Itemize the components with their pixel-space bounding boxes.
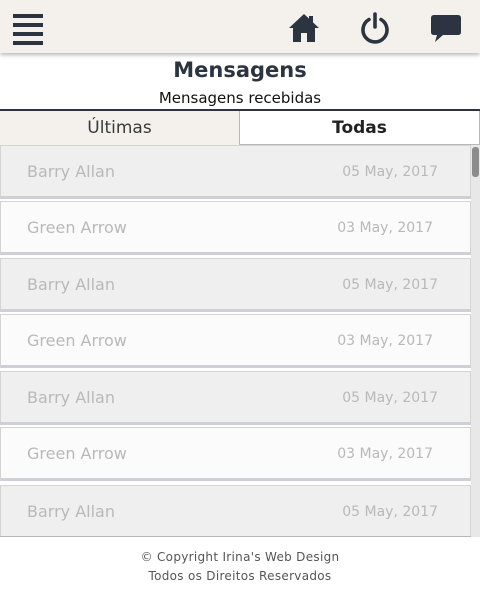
sender-name: Barry Allan xyxy=(27,162,115,181)
message-date: 03 May, 2017 xyxy=(337,446,433,462)
message-row[interactable]: Green Arrow 03 May, 2017 xyxy=(0,314,471,368)
tab-ultimas[interactable]: Últimas xyxy=(0,111,240,145)
message-row[interactable]: Barry Allan 05 May, 2017 xyxy=(0,371,471,425)
message-date: 05 May, 2017 xyxy=(342,277,438,293)
message-list: Barry Allan 05 May, 2017 Green Arrow 03 … xyxy=(0,145,480,537)
message-row[interactable]: Green Arrow 03 May, 2017 xyxy=(0,201,471,255)
sender-name: Green Arrow xyxy=(27,218,127,237)
chat-bubble-icon[interactable] xyxy=(430,12,462,44)
tab-todas[interactable]: Todas xyxy=(240,111,480,145)
sender-name: Green Arrow xyxy=(27,331,127,350)
message-row[interactable]: Barry Allan 05 May, 2017 xyxy=(0,145,471,199)
message-date: 05 May, 2017 xyxy=(342,504,438,520)
footer-copyright: © Copyright Irina's Web Design xyxy=(140,550,340,564)
hamburger-menu-icon[interactable] xyxy=(13,13,43,45)
message-row[interactable]: Green Arrow 03 May, 2017 xyxy=(0,427,471,481)
sender-name: Barry Allan xyxy=(27,388,115,407)
message-date: 05 May, 2017 xyxy=(342,390,438,406)
top-bar xyxy=(0,0,480,53)
power-icon[interactable] xyxy=(359,12,391,44)
page-subtitle: Mensagens recebidas xyxy=(158,89,322,107)
message-row[interactable]: Barry Allan 05 May, 2017 xyxy=(0,485,471,536)
scrollbar-thumb[interactable] xyxy=(472,147,479,177)
message-row[interactable]: Barry Allan 05 May, 2017 xyxy=(0,258,471,312)
footer-rights: Todos os Direitos Reservados xyxy=(148,569,332,583)
home-icon[interactable] xyxy=(288,12,320,44)
message-date: 05 May, 2017 xyxy=(342,164,438,180)
message-date: 03 May, 2017 xyxy=(337,333,433,349)
sender-name: Barry Allan xyxy=(27,275,115,294)
list-scrollbar[interactable] xyxy=(471,145,480,537)
page-title: Mensagens xyxy=(173,58,307,82)
sender-name: Green Arrow xyxy=(27,444,127,463)
tab-bar: Últimas Todas xyxy=(0,109,480,145)
message-date: 03 May, 2017 xyxy=(337,220,433,236)
sender-name: Barry Allan xyxy=(27,502,115,521)
footer: © Copyright Irina's Web Design Todos os … xyxy=(0,548,480,586)
